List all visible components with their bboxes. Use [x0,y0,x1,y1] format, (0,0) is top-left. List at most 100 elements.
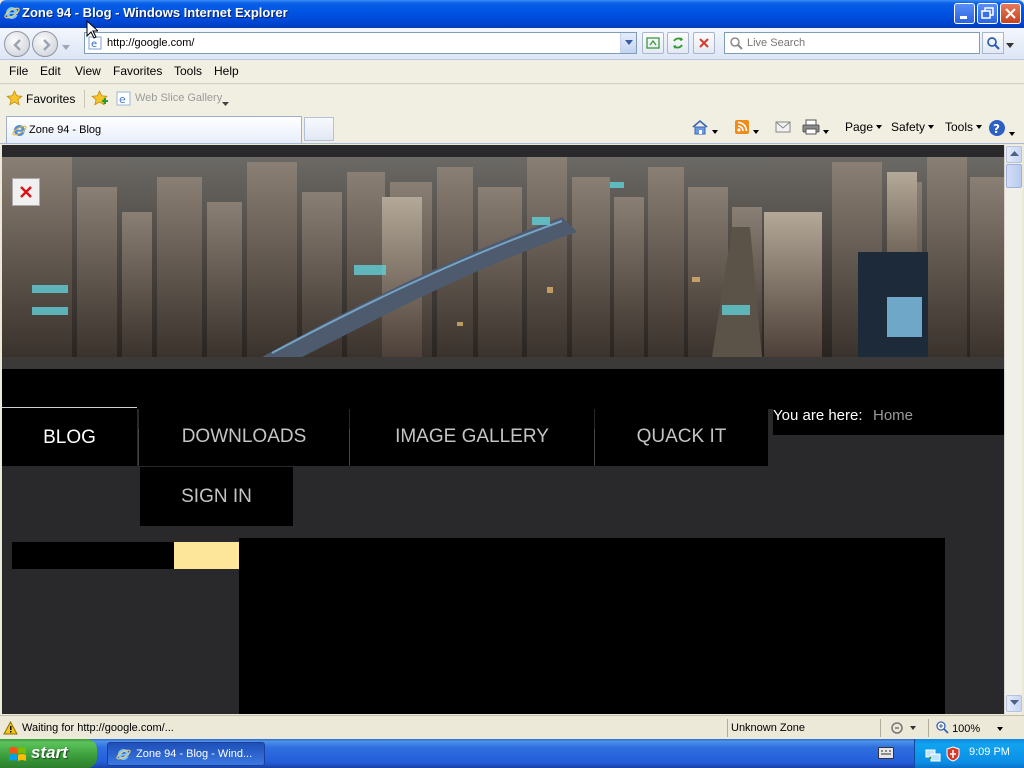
city-banner-image [2,157,1004,357]
forward-button[interactable] [32,31,58,57]
menu-help[interactable]: Help [214,64,239,78]
menu-file[interactable]: File [9,64,28,78]
tools-menu-label: Tools [945,120,974,134]
breadcrumb-home-link[interactable]: Home [873,407,913,424]
home-icon [692,119,708,135]
protected-mode-icon[interactable] [890,721,916,738]
new-tab-button[interactable] [304,117,334,141]
nav-image-gallery[interactable]: IMAGE GALLERY [350,407,594,466]
read-mail-button[interactable] [775,119,791,137]
vertical-scrollbar[interactable] [1004,145,1022,714]
back-button[interactable] [4,31,30,57]
svg-text:e: e [119,93,126,106]
internet-explorer-icon [116,747,131,765]
restore-button[interactable] [977,3,998,24]
page-icon [12,123,27,141]
security-zone[interactable]: Unknown Zone [731,722,805,734]
nav-blog[interactable]: BLOG [2,407,137,466]
compatibility-view-button[interactable] [642,32,664,54]
favorites-bar: Favorites e Web Slice Gallery [0,85,1024,113]
address-bar[interactable]: e http://google.com/ [84,32,637,54]
page-menu-button[interactable]: Page [845,119,883,137]
scroll-down-button[interactable] [1006,695,1022,712]
broken-image-icon [12,178,40,206]
printer-icon [802,119,820,135]
favorites-separator [84,90,85,108]
url-text[interactable]: http://google.com/ [107,37,194,49]
start-label: start [31,743,68,762]
zoom-level[interactable]: 100% [936,721,1004,735]
window-title: Zone 94 - Blog - Windows Internet Explor… [22,5,288,20]
mail-icon [775,121,791,133]
nav-quack-it[interactable]: QUACK IT [595,407,768,466]
main-content-panel [239,538,945,714]
banner-divider [2,357,1004,369]
taskbar: start Zone 94 - Blog - Wind... 9:09 PM [0,739,1024,768]
zoom-value: 100% [952,723,981,735]
mouse-cursor-icon [86,19,100,42]
tab-row: Zone 94 - Blog Page Safety Tools ? [0,113,1024,144]
windows-logo-icon [8,745,28,766]
tools-menu-button[interactable]: Tools [945,119,983,137]
menu-edit[interactable]: Edit [40,64,61,78]
page-menu-label: Page [845,120,874,134]
system-tray: 9:09 PM [914,739,1024,768]
status-divider [928,719,929,737]
refresh-button[interactable] [667,32,689,54]
title-bar[interactable]: Zone 94 - Blog - Windows Internet Explor… [0,0,1024,28]
web-slice-dropdown-icon[interactable] [222,97,229,110]
rss-feed-icon [735,120,749,134]
search-button[interactable] [982,32,1004,54]
scroll-up-button[interactable] [1006,146,1022,163]
status-divider [727,719,728,737]
help-button[interactable]: ? [988,119,1015,137]
search-input[interactable] [747,35,973,51]
address-dropdown-button[interactable] [620,33,636,53]
favorites-label: Favorites [26,92,76,106]
menu-view[interactable]: View [75,64,101,78]
status-divider [880,719,881,737]
internet-explorer-icon [4,5,20,21]
taskbar-item-zone94-blog[interactable]: Zone 94 - Blog - Wind... [107,742,265,766]
menu-tools[interactable]: Tools [174,64,202,78]
breadcrumb-label: You are here: [773,407,863,424]
warning-icon [3,720,18,738]
nav-downloads[interactable]: DOWNLOADS [139,407,349,466]
status-text: Waiting for http://google.com/... [22,722,174,734]
clock: 9:09 PM [969,746,1010,758]
stop-button[interactable] [693,32,715,54]
keyboard-icon[interactable] [878,747,894,762]
safety-menu-button[interactable]: Safety [891,119,935,137]
zoom-icon [936,721,949,734]
tab-zone94-blog[interactable]: Zone 94 - Blog [6,116,302,143]
home-button[interactable] [691,119,718,137]
search-box[interactable] [724,32,980,54]
scroll-thumb[interactable] [1006,164,1022,188]
page-content: BLOG DOWNLOADS IMAGE GALLERY QUACK IT Yo… [2,145,1004,714]
security-shield-icon[interactable] [945,746,961,765]
feeds-button[interactable] [734,119,759,137]
menu-favorites[interactable]: Favorites [113,64,162,78]
minimize-button[interactable] [954,3,975,24]
web-slice-gallery-label: Web Slice Gallery [135,92,223,104]
recent-pages-dropdown-icon[interactable] [62,41,70,50]
taskbar-item-label: Zone 94 - Blog - Wind... [136,748,253,760]
search-options-dropdown-icon[interactable] [1006,39,1014,52]
tab-title: Zone 94 - Blog [29,124,102,136]
safety-menu-label: Safety [891,120,926,134]
start-button[interactable]: start [0,739,97,768]
add-to-favorites-bar-icon[interactable] [91,90,109,110]
menu-bar: File Edit View Favorites Tools Help [0,60,1024,84]
network-icon[interactable] [925,746,941,765]
help-icon: ? [989,120,1005,136]
star-icon [6,90,23,110]
svg-text:?: ? [993,122,1000,136]
print-button[interactable] [802,119,829,137]
search-provider-icon [729,36,743,53]
web-slice-icon: e [116,91,131,109]
breadcrumb: You are here: Home [773,407,1004,435]
header-bar [2,369,1004,409]
nav-sign-in[interactable]: SIGN IN [140,467,293,526]
site-search-input[interactable] [12,542,175,569]
close-button[interactable] [1000,3,1021,24]
